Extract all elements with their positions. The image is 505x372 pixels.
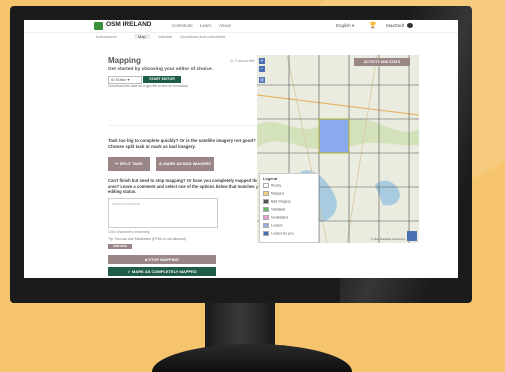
time-left: ◷ 2 hours left bbox=[230, 58, 254, 63]
legend-item-locked-by-you: Locked by you bbox=[263, 231, 294, 236]
selected-task-cell[interactable] bbox=[318, 118, 350, 154]
screen: OSM IRELAND Contribute Learn About Engli… bbox=[24, 20, 458, 278]
legend-label: Bad imagery bbox=[271, 199, 291, 204]
nav-contribute[interactable]: Contribute bbox=[172, 23, 193, 28]
map-attribution[interactable]: © OpenStreetMap contributors bbox=[371, 238, 405, 241]
preview-button[interactable]: PREVIEW bbox=[108, 244, 132, 249]
editor-subtitle: Get started by choosing your editor of c… bbox=[108, 67, 214, 72]
legend-item-bad-imagery: Bad imagery bbox=[263, 199, 291, 204]
logo-text[interactable]: OSM IRELAND bbox=[106, 21, 152, 28]
map-layers-icon[interactable] bbox=[407, 231, 417, 241]
swatch bbox=[263, 199, 269, 204]
swatch bbox=[263, 191, 269, 196]
complete-label: MARK AS COMPLETELY MAPPED bbox=[131, 269, 197, 274]
page-title: Mapping bbox=[108, 56, 141, 65]
monitor-base bbox=[152, 344, 352, 372]
project-subnav: Instructions Map Validate Questions and … bbox=[24, 33, 458, 41]
legend-item-validated: Validated bbox=[263, 207, 285, 212]
tab-questions[interactable]: Questions and comments bbox=[180, 34, 225, 39]
zoom-in-icon[interactable]: + bbox=[259, 58, 265, 64]
download-link[interactable]: Download this task as a gpx file to see … bbox=[108, 84, 188, 88]
split-question: Task too big to complete quickly? Or is … bbox=[108, 138, 256, 149]
tab-map[interactable]: Map bbox=[134, 34, 150, 39]
tab-instructions[interactable]: Instructions bbox=[96, 34, 116, 39]
bad-imagery-label: MARK AS BAD IMAGERY bbox=[163, 161, 212, 166]
split-task-button[interactable]: ✂ SPLIT TASK bbox=[108, 157, 150, 171]
language-label: English bbox=[336, 23, 351, 28]
split-task-label: SPLIT TASK bbox=[119, 161, 143, 166]
legend-item-locked: Locked bbox=[263, 223, 282, 228]
monitor-neck bbox=[205, 303, 275, 349]
legend-item-mapped: Mapped bbox=[263, 191, 284, 196]
nav-about[interactable]: About bbox=[219, 23, 231, 28]
bad-imagery-button[interactable]: ⚠ MARK AS BAD IMAGERY bbox=[156, 157, 214, 171]
swatch bbox=[263, 223, 269, 228]
mapping-panel: Mapping ◷ 2 hours left Get started by ch… bbox=[108, 44, 270, 278]
legend-label: Ready bbox=[271, 183, 282, 188]
legend-label: Locked by you bbox=[271, 231, 294, 236]
swatch bbox=[263, 231, 269, 236]
tab-validate[interactable]: Validate bbox=[158, 34, 172, 39]
zoom-out-icon[interactable]: − bbox=[259, 66, 265, 72]
start-editor-button[interactable]: START EDITOR bbox=[143, 76, 181, 83]
task-map[interactable]: + − ◎ ACTIVITY AND STATS Legend Ready Ma… bbox=[257, 55, 419, 243]
comment-textarea[interactable]: Leave a comment bbox=[108, 198, 218, 228]
finish-question: Can't finish but need to stop mapping? O… bbox=[108, 178, 265, 194]
chars-remaining: 1000 characters remaining bbox=[108, 230, 150, 234]
activity-and-stats-button[interactable]: ACTIVITY AND STATS bbox=[354, 58, 410, 66]
legend-item-invalidated: Invalidated bbox=[263, 215, 288, 220]
mark-completely-mapped-button[interactable]: ✓ MARK AS COMPLETELY MAPPED bbox=[108, 267, 216, 276]
divider bbox=[108, 125, 270, 126]
legend-label: Invalidated bbox=[271, 215, 288, 220]
avatar[interactable] bbox=[407, 23, 413, 28]
logo-icon bbox=[94, 22, 103, 30]
swatch bbox=[263, 215, 269, 220]
legend-label: Validated bbox=[271, 207, 286, 212]
comment-placeholder: Leave a comment bbox=[112, 202, 140, 206]
trophy-icon[interactable]: 🏆 bbox=[369, 22, 376, 29]
nav-learn[interactable]: Learn bbox=[200, 23, 212, 28]
stop-mapping-label: STOP MAPPING bbox=[148, 257, 179, 262]
swatch bbox=[263, 207, 269, 212]
stop-mapping-button[interactable]: ⏹ STOP MAPPING bbox=[108, 255, 216, 264]
editor-select[interactable]: iD Editor ▾ bbox=[108, 76, 142, 84]
legend-item-ready: Ready bbox=[263, 183, 281, 188]
legend-label: Mapped bbox=[271, 191, 284, 196]
language-selector[interactable]: English ▾ bbox=[336, 23, 354, 29]
top-navbar: OSM IRELAND Contribute Learn About Engli… bbox=[24, 20, 458, 33]
user-menu[interactable]: MaxDedt bbox=[386, 23, 404, 28]
legend-title: Legend bbox=[263, 176, 278, 181]
swatch bbox=[263, 183, 269, 188]
time-left-text: 2 hours left bbox=[234, 58, 255, 63]
legend-label: Locked bbox=[271, 223, 283, 228]
editor-select-value: iD Editor bbox=[111, 77, 127, 82]
markdown-tip: Tip: You can use Markdown (HTML is not a… bbox=[108, 237, 187, 241]
map-legend: Legend Ready Mapped Bad imagery Validate… bbox=[259, 173, 319, 243]
locate-icon[interactable]: ◎ bbox=[259, 77, 265, 83]
